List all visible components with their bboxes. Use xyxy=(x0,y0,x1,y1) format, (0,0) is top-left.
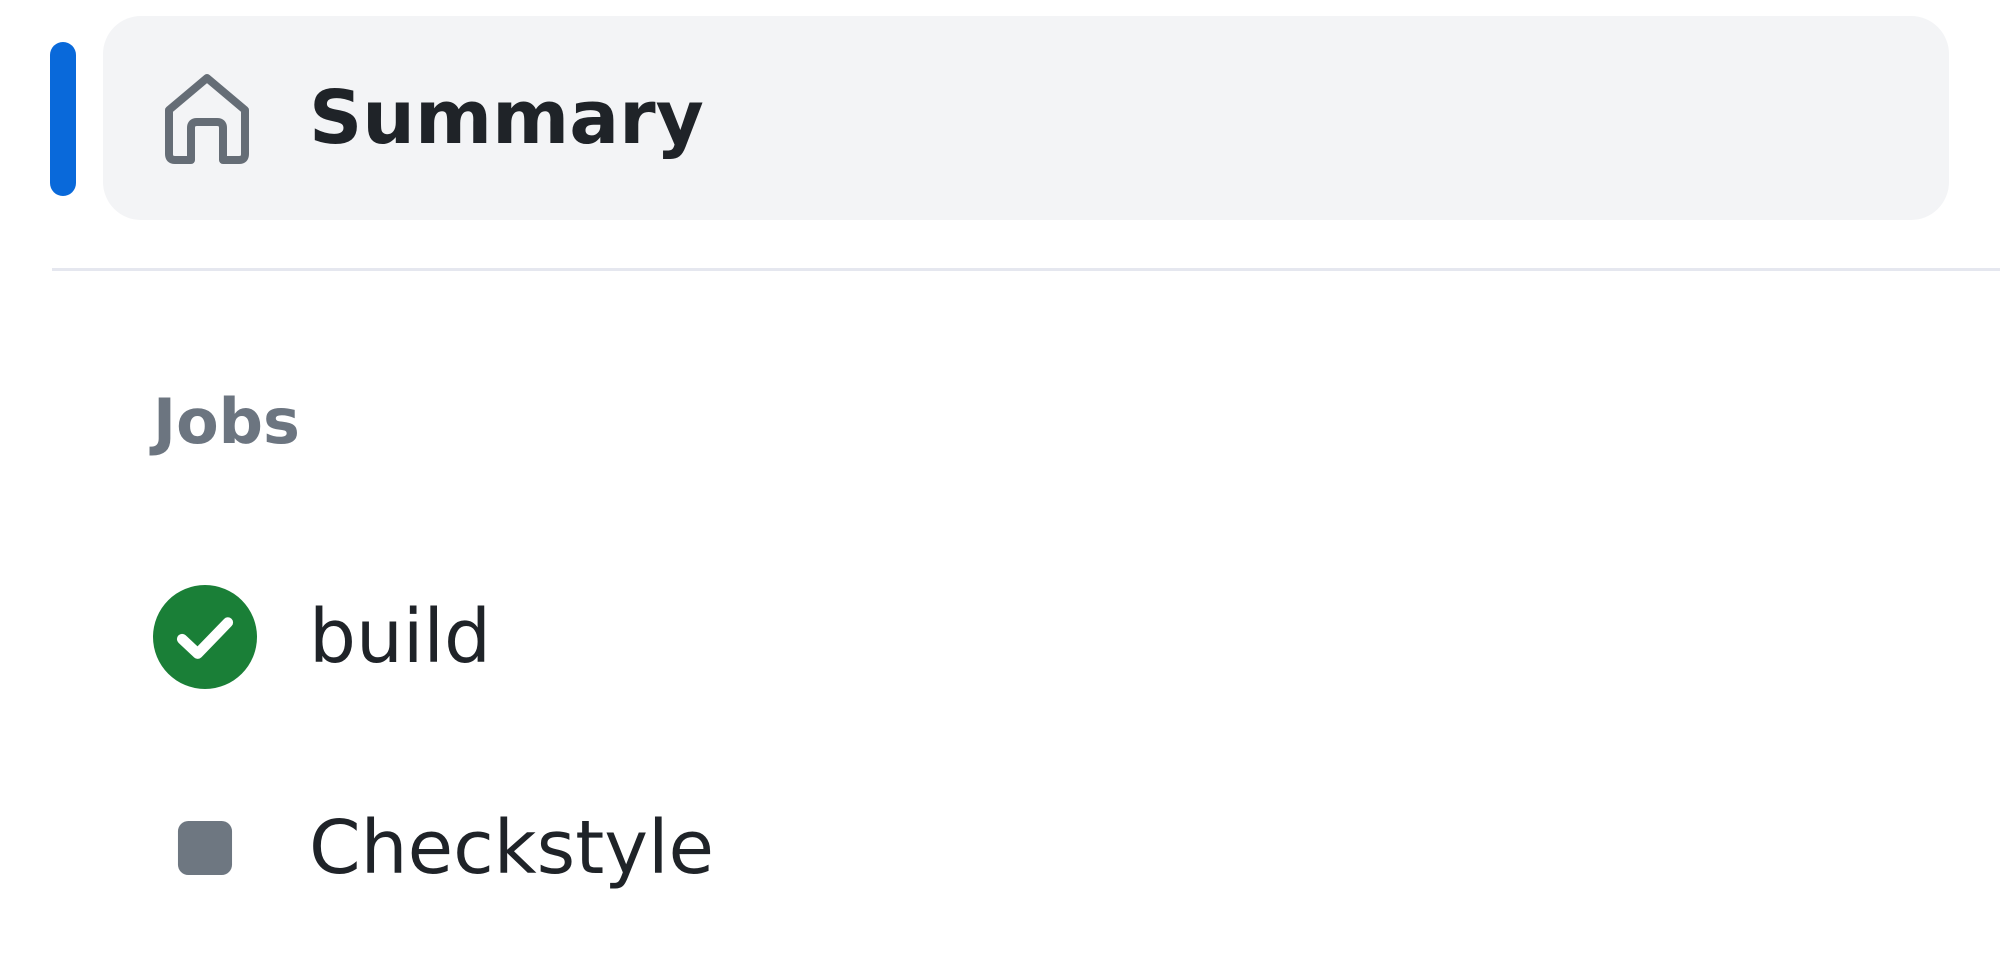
active-indicator xyxy=(50,42,76,196)
job-item-build[interactable]: build xyxy=(103,552,1949,722)
sidebar-item-label: Summary xyxy=(309,75,704,161)
workflow-run-sidebar: Summary Jobs build Checkstyle xyxy=(0,0,2000,974)
job-label: build xyxy=(309,594,491,680)
job-label: Checkstyle xyxy=(309,805,715,891)
jobs-section-heading: Jobs xyxy=(153,385,300,458)
job-item-checkstyle[interactable]: Checkstyle xyxy=(103,763,1949,933)
home-icon xyxy=(165,74,249,164)
check-circle-fill-icon xyxy=(153,585,257,689)
divider xyxy=(52,268,2000,271)
sidebar-item-summary[interactable]: Summary xyxy=(103,16,1949,220)
square-fill-icon xyxy=(177,820,233,876)
